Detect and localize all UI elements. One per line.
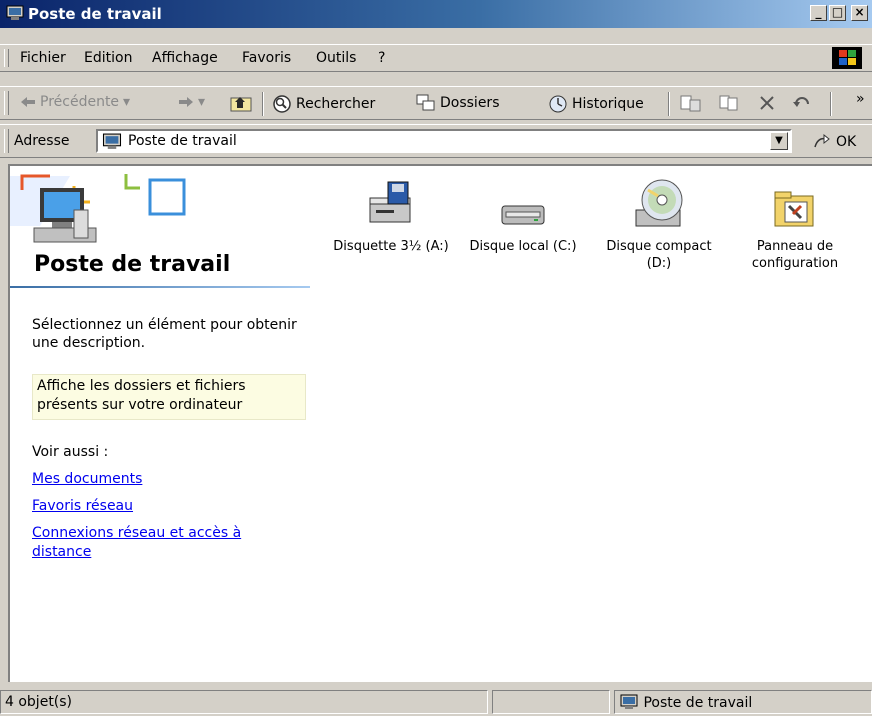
link-network-connections[interactable]: Connexions réseau et accès à distance [32,524,272,562]
close-button[interactable]: × [851,5,868,21]
minimize-glyph: _ [815,5,822,19]
link-my-documents[interactable]: Mes documents [32,470,142,489]
control-panel-icon [774,191,814,227]
go-label: OK [836,134,857,150]
status-bar: 4 objet(s) Poste de travail [0,688,872,716]
back-arrow-icon [21,97,35,107]
menu-affichage[interactable]: Affichage [152,50,218,66]
my-computer-icon [102,133,122,149]
up-folder-icon [230,97,252,112]
search-button[interactable]: Rechercher [272,94,375,114]
sidebar-description: Sélectionnez un élément pour obtenir une… [32,317,297,351]
back-label: Précédente [40,94,120,110]
sidebar-infotip: Affiche les dossiers et fichiers présent… [32,374,306,420]
status-location-label: Poste de travail [643,695,753,711]
back-dropdown-icon[interactable]: ▾ [123,94,130,110]
my-computer-icon [620,694,638,709]
menu-outils[interactable]: Outils [316,50,356,66]
toolbar-more-button[interactable]: » [856,91,865,107]
move-to-icon [680,95,701,112]
cd-drive-icon [635,179,683,227]
drive-label-floppy: Disquette 3½ (A:) [333,239,449,254]
forward-dropdown-icon[interactable]: ▾ [198,94,205,110]
back-button[interactable]: Précédente ▾ [20,94,130,110]
close-glyph: × [854,5,865,19]
folders-button[interactable]: Dossiers [416,94,500,112]
toolbar-grip[interactable] [4,91,9,115]
menu-grip[interactable] [4,49,9,67]
drive-label-control-panel: Panneau de configuration [751,239,839,271]
address-value: Poste de travail [128,133,237,149]
drive-item-control-panel[interactable]: Panneau de configuration [730,172,860,272]
address-input[interactable]: Poste de travail ▼ [96,129,792,153]
chevron-icon: » [856,91,865,107]
folders-icon [416,94,435,111]
address-dropdown-button[interactable]: ▼ [770,132,788,150]
up-folder-button[interactable] [230,94,252,112]
toolbar-separator [830,92,832,116]
content-pane: Poste de travail Sélectionnez un élément… [8,164,872,682]
title-bar[interactable]: Poste de travail _ □ × [0,0,872,28]
web-view-sidebar: Poste de travail Sélectionnez un élément… [10,166,310,682]
copy-to-button[interactable] [718,94,740,112]
delete-button[interactable] [758,94,776,112]
status-location: Poste de travail [614,690,872,714]
toolbar-separator [668,92,670,116]
history-label: Historique [572,96,644,112]
undo-icon [793,97,809,107]
address-grip[interactable] [4,129,9,153]
maximize-button[interactable]: □ [829,5,846,21]
floppy-drive-icon [369,181,411,223]
menu-edition[interactable]: Edition [84,50,132,66]
chevron-down-icon: ▼ [775,135,783,146]
menu-bar: Fichier Edition Affichage Favoris Outils… [0,44,872,72]
see-also-label: Voir aussi : [32,444,109,460]
copy-to-icon [719,95,738,111]
drive-item-floppy[interactable]: Disquette 3½ (A:) [326,172,456,255]
menu-help[interactable]: ? [378,50,385,66]
drive-item-cd[interactable]: Disque compact (D:) [594,172,724,272]
drive-label-cd: Disque compact (D:) [606,239,712,271]
drive-item-local-disk[interactable]: Disque local (C:) [458,172,588,255]
address-label: Adresse [14,133,70,149]
status-cell-empty [492,690,610,714]
go-button[interactable]: OK [812,133,856,151]
windows-logo-icon [832,47,862,69]
address-bar: Adresse Poste de travail ▼ OK [0,124,872,158]
folders-label: Dossiers [440,95,500,111]
minimize-button[interactable]: _ [810,5,827,21]
status-count: 4 objet(s) [0,690,488,714]
window-title: Poste de travail [28,5,162,23]
sidebar-title-underline [10,286,310,288]
menu-fichier[interactable]: Fichier [20,50,66,66]
hard-disk-icon [501,205,545,225]
maximize-glyph: □ [831,5,844,19]
drive-label-local-disk: Disque local (C:) [469,239,577,254]
delete-icon [760,96,774,110]
undo-button[interactable] [792,94,814,112]
search-icon [273,95,291,113]
my-computer-icon [6,5,24,20]
go-arrow-icon [814,133,830,148]
history-icon [549,95,567,113]
forward-button[interactable]: ▾ [178,94,205,110]
toolbar: Précédente ▾ ▾ Rechercher Dossiers Histo… [0,86,872,120]
move-to-button[interactable] [680,94,702,112]
sidebar-title: Poste de travail [34,252,231,277]
toolbar-separator [262,92,264,116]
menu-favoris[interactable]: Favoris [242,50,291,66]
search-label: Rechercher [296,96,376,112]
history-button[interactable]: Historique [548,94,644,114]
forward-arrow-icon [179,97,193,107]
link-network-places[interactable]: Favoris réseau [32,497,133,516]
